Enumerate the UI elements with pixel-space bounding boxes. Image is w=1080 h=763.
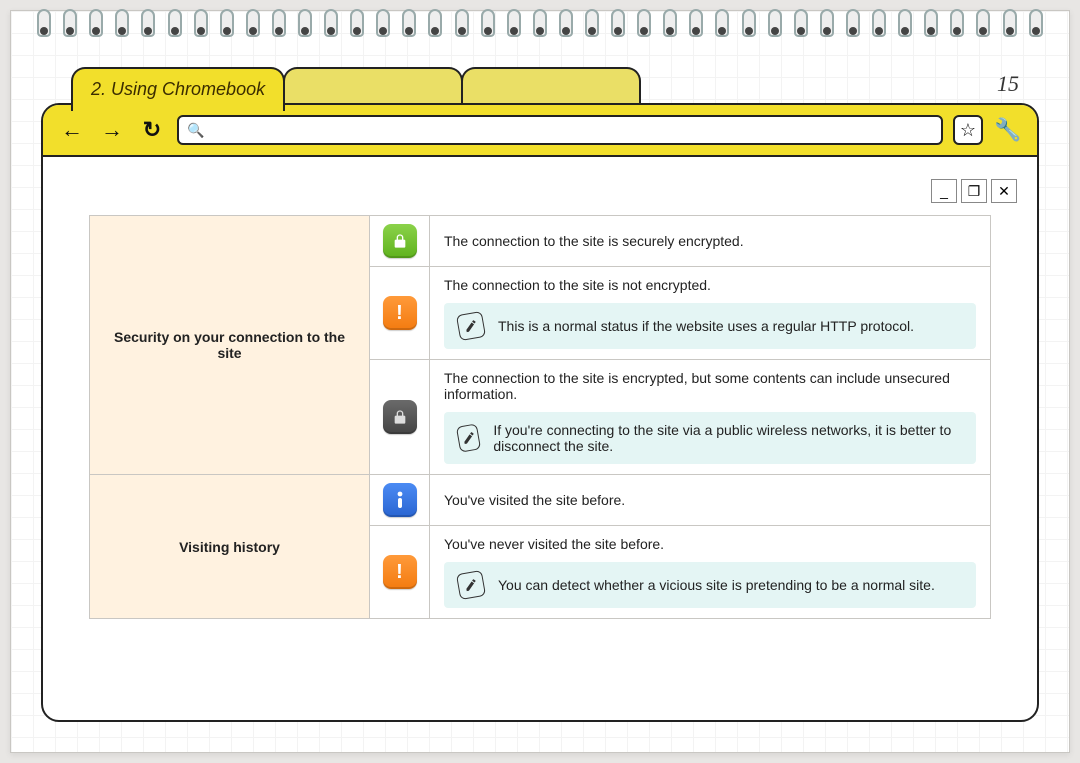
chapter-title: 2. Using Chromebook xyxy=(91,79,265,99)
desc-text: You've never visited the site before. xyxy=(444,536,664,552)
window-controls: _ ❐ ✕ xyxy=(931,179,1017,203)
browser-toolbar: ← → ↻ 🔍 ☆ 🔧 xyxy=(43,105,1037,157)
back-icon: ← xyxy=(61,117,83,143)
desc-cell: The connection to the site is securely e… xyxy=(430,216,991,267)
desc-text: The connection to the site is encrypted,… xyxy=(444,370,950,402)
forward-icon: → xyxy=(101,117,123,143)
forward-button[interactable]: → xyxy=(97,115,127,145)
warning-orange-icon: ! xyxy=(383,555,417,589)
wrench-icon: 🔧 xyxy=(994,117,1021,143)
desc-cell: You've never visited the site before. Yo… xyxy=(430,526,991,619)
minimize-icon: _ xyxy=(940,183,948,199)
minimize-button[interactable]: _ xyxy=(931,179,957,203)
maximize-button[interactable]: ❐ xyxy=(961,179,987,203)
reload-icon: ↻ xyxy=(143,117,161,143)
bookmark-button[interactable]: ☆ xyxy=(953,115,983,145)
note-text: This is a normal status if the website u… xyxy=(498,318,914,334)
pencil-icon xyxy=(456,423,482,452)
back-button[interactable]: ← xyxy=(57,115,87,145)
browser-window: ← → ↻ 🔍 ☆ 🔧 _ ❐ ✕ Security on your conne… xyxy=(41,103,1039,722)
table-row: Security on your connection to the site … xyxy=(90,216,991,267)
icon-cell: ! xyxy=(370,267,430,360)
icon-cell xyxy=(370,216,430,267)
url-bar[interactable]: 🔍 xyxy=(177,115,943,145)
pencil-icon xyxy=(456,570,486,600)
search-icon: 🔍 xyxy=(187,122,204,139)
close-icon: ✕ xyxy=(998,183,1010,200)
icon-cell xyxy=(370,475,430,526)
close-button[interactable]: ✕ xyxy=(991,179,1017,203)
icon-cell xyxy=(370,360,430,475)
note-box: You can detect whether a vicious site is… xyxy=(444,562,976,608)
info-blue-icon xyxy=(383,483,417,517)
category-security: Security on your connection to the site xyxy=(90,216,370,475)
desc-cell: The connection to the site is encrypted,… xyxy=(430,360,991,475)
category-history: Visiting history xyxy=(90,475,370,619)
desc-cell: You've visited the site before. xyxy=(430,475,991,526)
note-text: You can detect whether a vicious site is… xyxy=(498,577,935,593)
lock-gray-icon xyxy=(383,400,417,434)
warning-orange-icon: ! xyxy=(383,296,417,330)
page-number: 15 xyxy=(997,71,1019,97)
desc-text: The connection to the site is not encryp… xyxy=(444,277,711,293)
desc-cell: The connection to the site is not encryp… xyxy=(430,267,991,360)
settings-button[interactable]: 🔧 xyxy=(993,115,1023,145)
note-box: If you're connecting to the site via a p… xyxy=(444,412,976,464)
table-row: Visiting history You've visited the site… xyxy=(90,475,991,526)
chapter-tab: 2. Using Chromebook xyxy=(71,67,285,111)
spiral-binding xyxy=(11,9,1069,49)
lock-green-icon xyxy=(383,224,417,258)
icon-cell: ! xyxy=(370,526,430,619)
info-table: Security on your connection to the site … xyxy=(89,215,991,619)
note-box: This is a normal status if the website u… xyxy=(444,303,976,349)
pencil-icon xyxy=(456,311,486,341)
browser-content: _ ❐ ✕ Security on your connection to the… xyxy=(43,165,1037,720)
star-icon: ☆ xyxy=(960,120,976,141)
maximize-icon: ❐ xyxy=(968,183,981,200)
notebook-page: 15 2. Using Chromebook ← → ↻ 🔍 ☆ 🔧 _ ❐ ✕ xyxy=(10,10,1070,753)
reload-button[interactable]: ↻ xyxy=(137,115,167,145)
note-text: If you're connecting to the site via a p… xyxy=(493,422,962,454)
